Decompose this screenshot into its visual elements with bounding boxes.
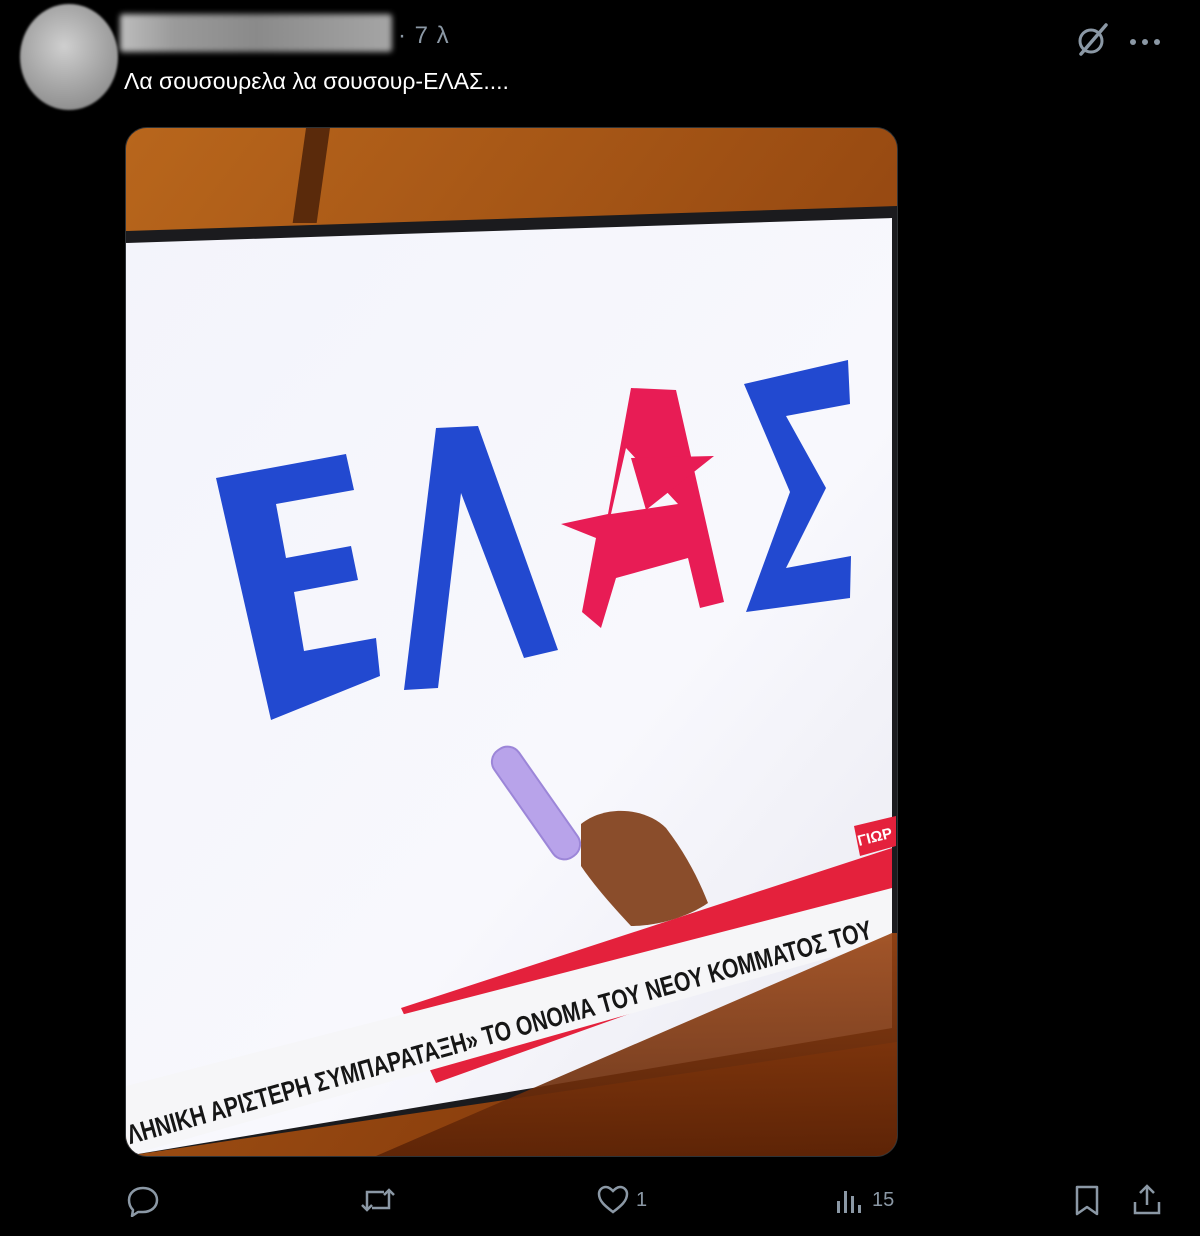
bookmark-icon (1075, 1185, 1099, 1216)
post-time[interactable]: · 7 λ (398, 22, 450, 50)
reply-button[interactable] (126, 1178, 166, 1222)
share-icon (1133, 1184, 1161, 1215)
more-icon[interactable] (1128, 34, 1164, 52)
share-button[interactable] (1130, 1178, 1164, 1222)
views-icon (837, 1191, 861, 1213)
views-button[interactable]: 15 (832, 1178, 894, 1222)
grok-icon[interactable] (1074, 20, 1112, 63)
repost-icon (361, 1188, 395, 1212)
post-media-photo[interactable]: ΓΙΩΡ ΛΗΝΙΚΗ ΑΡΙΣΤΕΡΗ ΣΥΜΠΑΡΑΤΑΞΗ» ΤΟ ΟΝΟ… (125, 127, 898, 1157)
repost-button[interactable] (358, 1178, 404, 1222)
bookmark-button[interactable] (1070, 1178, 1104, 1222)
views-count: 15 (872, 1188, 895, 1211)
like-count: 1 (636, 1188, 648, 1211)
heart-icon (597, 1185, 629, 1214)
username-blurred[interactable] (120, 14, 392, 52)
post-text: Λα σουσουρελα λα σουσουρ-ΕΛΑΣ.... (124, 68, 509, 94)
like-button[interactable]: 1 (596, 1178, 647, 1222)
avatar[interactable] (20, 4, 118, 110)
reply-icon (127, 1186, 159, 1217)
